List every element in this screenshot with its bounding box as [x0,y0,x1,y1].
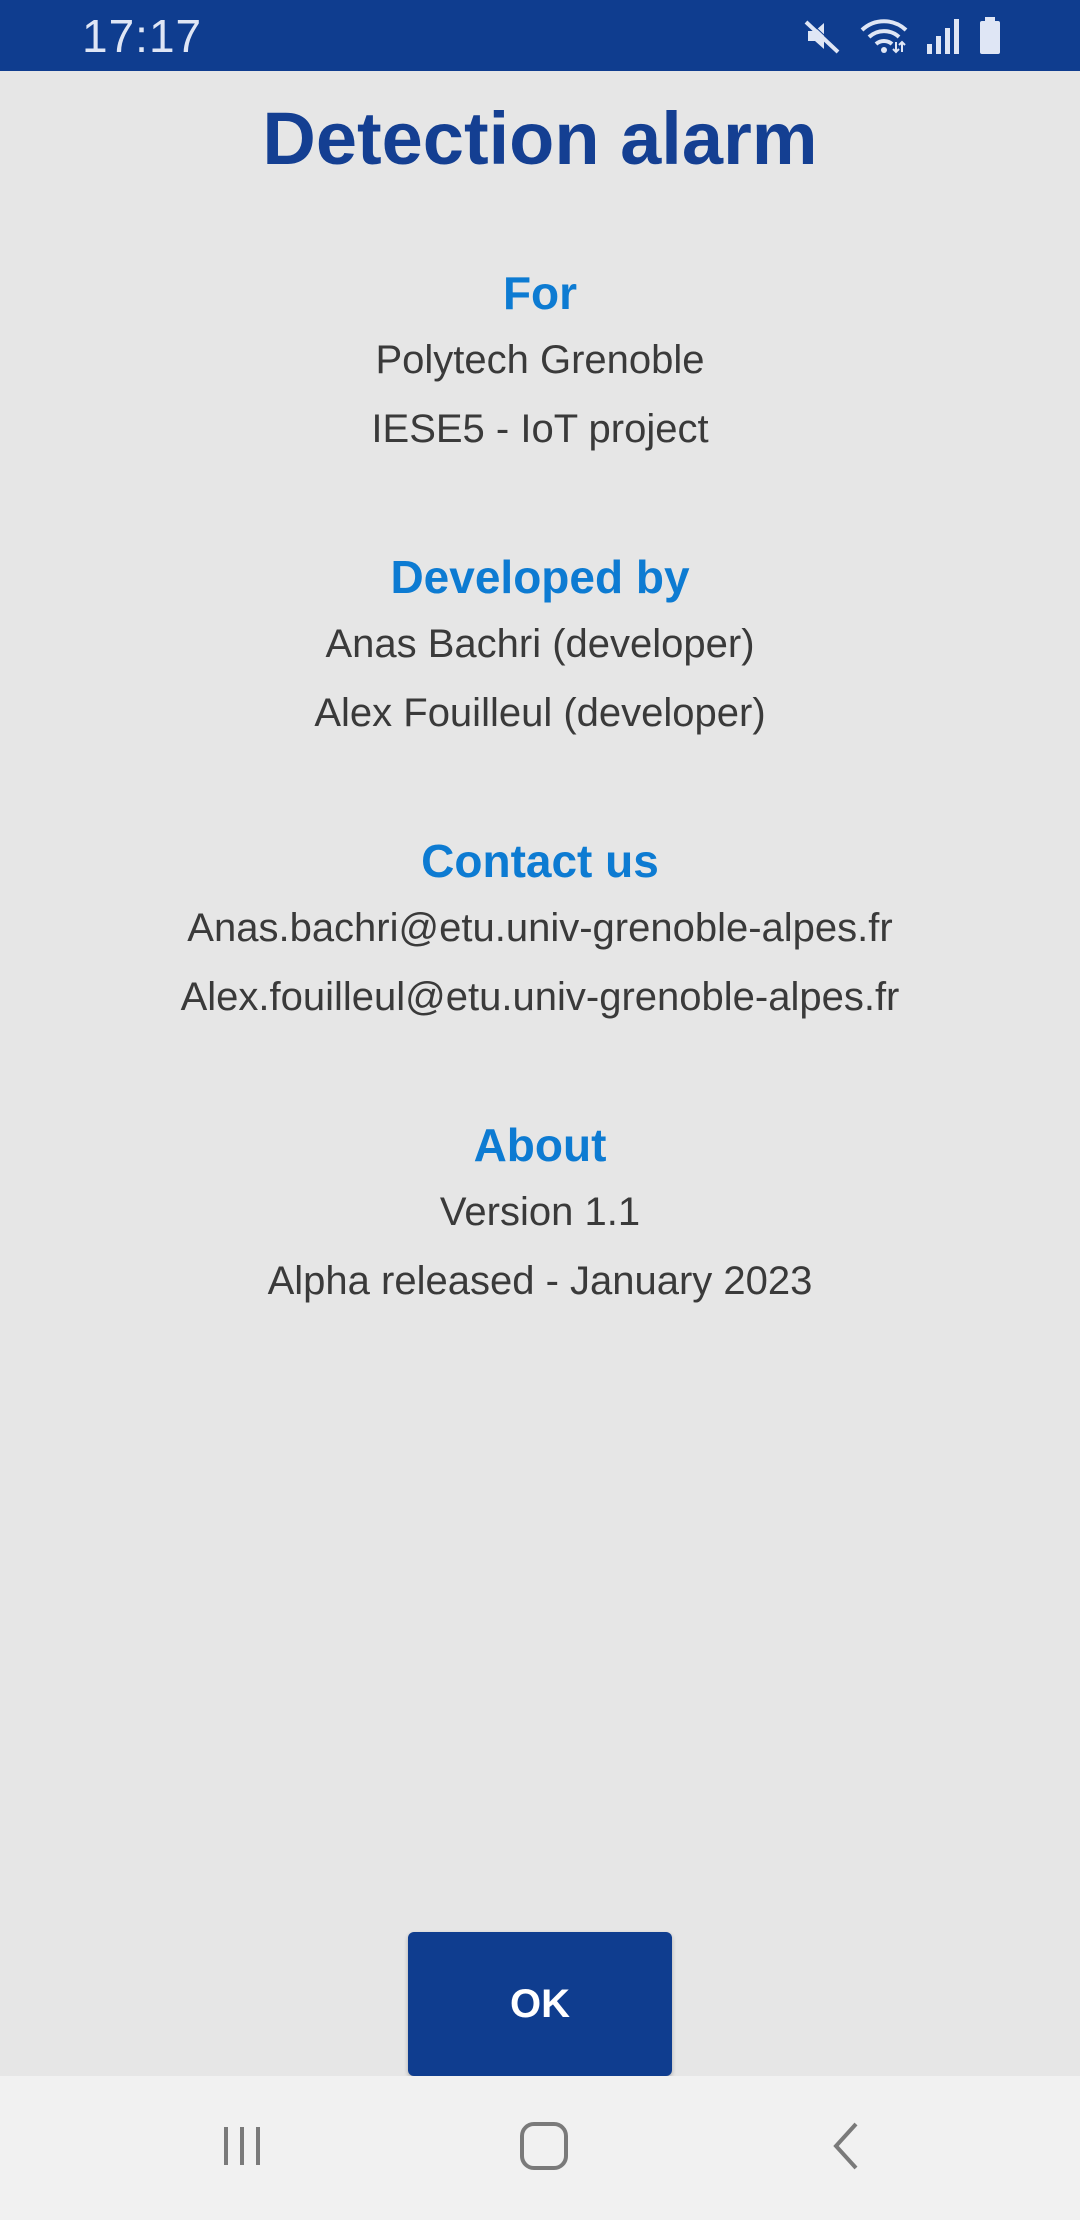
home-icon [518,2120,570,2177]
wifi-icon [860,16,908,56]
signal-icon [926,16,960,56]
back-button[interactable] [766,2076,926,2220]
contact-email: Alex.fouilleul@etu.univ-grenoble-alpes.f… [180,975,900,1019]
battery-icon [978,16,1002,56]
status-time: 17:17 [82,10,203,62]
section-developed-by: Developed by Anas Bachri (developer) Ale… [0,544,1080,748]
home-button[interactable] [464,2076,624,2220]
page-title: Detection alarm [262,97,818,180]
section-heading: For [502,267,578,319]
back-icon [826,2120,866,2177]
section-line: Anas Bachri (developer) [325,622,755,666]
section-heading: Developed by [390,551,690,603]
section-line: Version 1.1 [439,1190,641,1234]
status-icons [802,14,1002,58]
ok-button[interactable]: OK [408,1932,672,2076]
recents-icon [218,2122,266,2175]
section-contact-us: Contact us Anas.bachri@etu.univ-grenoble… [0,828,1080,1032]
mute-icon [802,16,842,56]
section-line: Polytech Grenoble [375,338,705,382]
section-line: Alpha released - January 2023 [267,1259,813,1303]
section-line: Alex Fouilleul (developer) [314,691,766,735]
contact-email: Anas.bachri@etu.univ-grenoble-alpes.fr [187,906,893,950]
recents-button[interactable] [162,2076,322,2220]
section-about: About Version 1.1 Alpha released - Janua… [0,1112,1080,1316]
section-heading: About [473,1119,607,1171]
section-line: IESE5 - IoT project [371,407,709,451]
section-heading: Contact us [421,835,659,887]
navigation-bar [0,2076,1080,2220]
status-bar: 17:17 [0,0,1080,71]
section-for: For Polytech Grenoble IESE5 - IoT projec… [0,260,1080,464]
